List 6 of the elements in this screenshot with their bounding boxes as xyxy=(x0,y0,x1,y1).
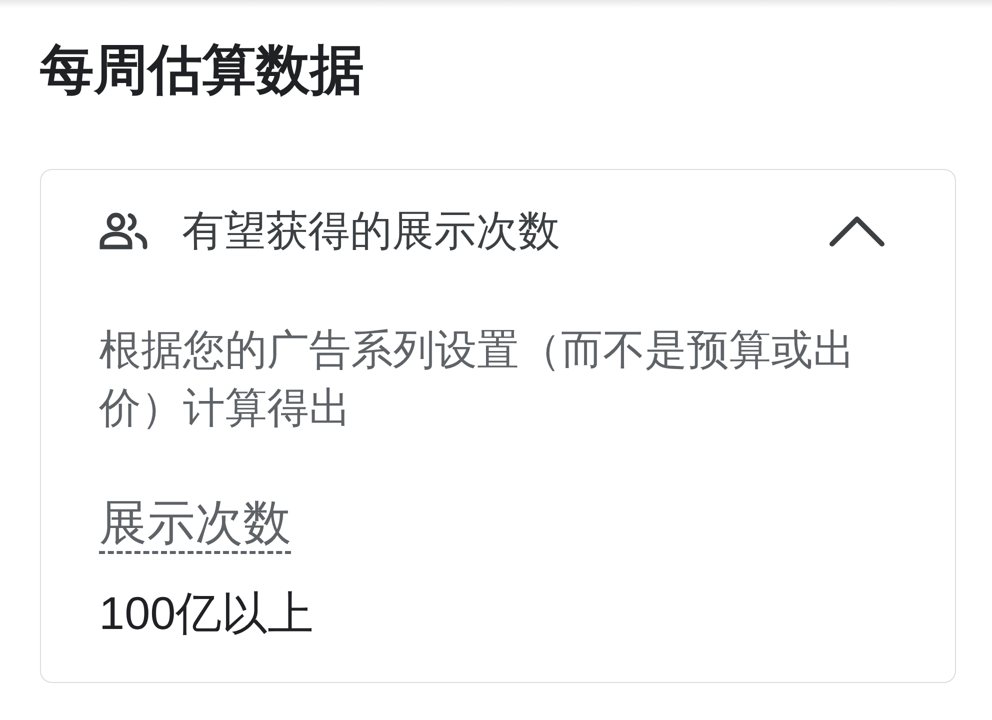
metric-label: 展示次数 xyxy=(99,497,291,554)
people-icon xyxy=(99,212,149,250)
section-title: 每周估算数据 xyxy=(40,39,364,102)
accordion-header[interactable]: 有望获得的展示次数 xyxy=(99,207,885,255)
description-text: 根据您的广告系列设置（而不是预算或出价）计算得出 xyxy=(99,325,856,433)
metric-value: 100亿以上 xyxy=(99,586,314,640)
